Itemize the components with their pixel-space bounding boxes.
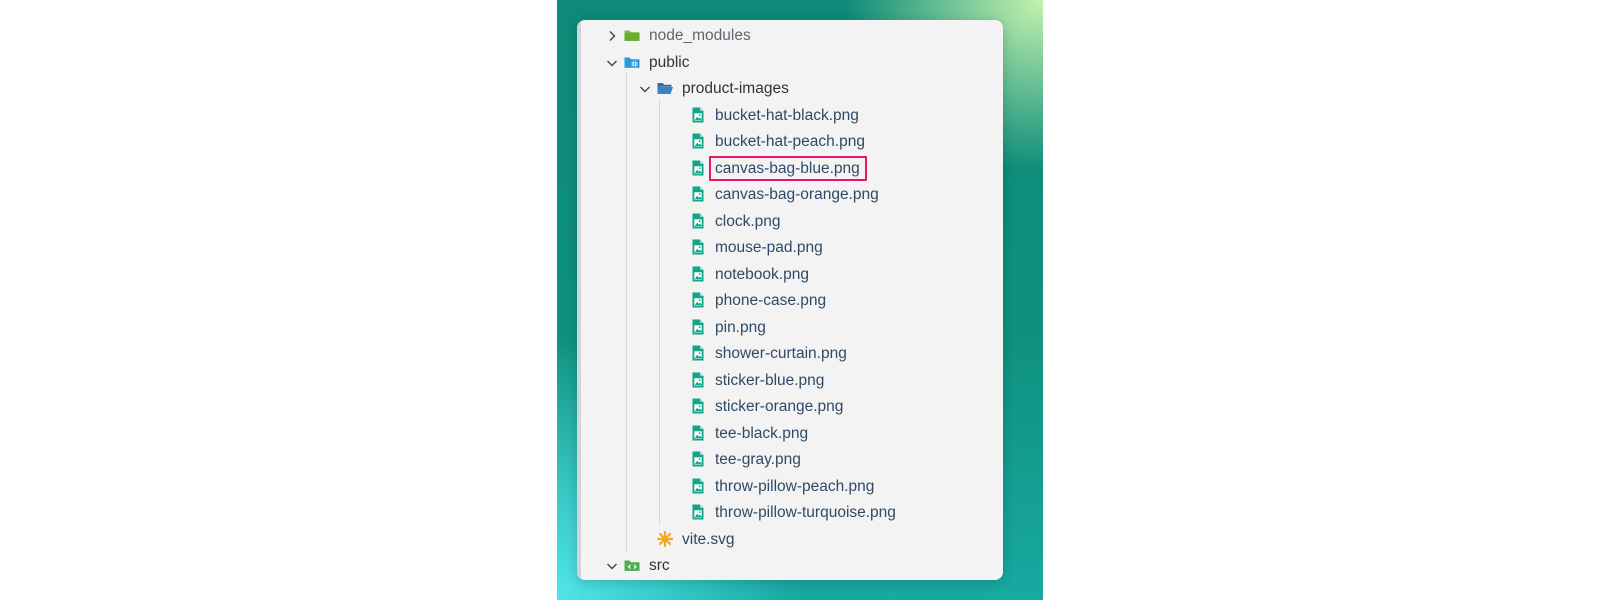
tree-item-label: mouse-pad.png bbox=[715, 239, 823, 256]
tree-item-label: src bbox=[649, 557, 670, 574]
folder-row-node-modules[interactable]: node_modules bbox=[577, 22, 1003, 49]
file-row-shower-curtain-png[interactable]: shower-curtain.png bbox=[577, 340, 1003, 367]
file-row-throw-pillow-peach-png[interactable]: throw-pillow-peach.png bbox=[577, 473, 1003, 500]
tree-item-label: pin.png bbox=[715, 318, 766, 336]
chevron-down-icon[interactable] bbox=[605, 559, 619, 573]
file-row-tee-black-png[interactable]: tee-black.png bbox=[577, 420, 1003, 447]
file-row-tee-gray-png[interactable]: tee-gray.png bbox=[577, 446, 1003, 473]
image-file-icon bbox=[689, 397, 707, 415]
file-row-sticker-blue-png[interactable]: sticker-blue.png bbox=[577, 367, 1003, 394]
tree-item-label: canvas-bag-orange.png bbox=[715, 186, 879, 203]
chevron-down-icon[interactable] bbox=[638, 82, 652, 96]
highlight-box bbox=[709, 155, 867, 181]
file-row-canvas-bag-orange-png[interactable]: canvas-bag-orange.png bbox=[577, 181, 1003, 208]
green-folder-icon bbox=[623, 26, 641, 44]
image-file-icon bbox=[689, 212, 707, 230]
image-file-icon bbox=[689, 371, 707, 389]
vite-logo-icon bbox=[656, 530, 674, 548]
tree-item-label: product-images bbox=[682, 80, 789, 97]
file-explorer-panel: node_modulespublic product-images bucket-h… bbox=[577, 20, 1003, 580]
src-folder-icon bbox=[623, 556, 641, 574]
file-row-bucket-hat-black-png[interactable]: bucket-hat-black.png bbox=[577, 102, 1003, 129]
image-file-icon bbox=[689, 424, 707, 442]
tree-item-label: tee-gray.png bbox=[715, 451, 801, 468]
tree-item-label: notebook.png bbox=[715, 265, 809, 283]
chevron-right-icon[interactable] bbox=[605, 29, 619, 43]
file-row-phone-case-png[interactable]: phone-case.png bbox=[577, 287, 1003, 314]
public-folder-icon bbox=[623, 53, 641, 71]
file-row-vite-svg[interactable]: vite.svg bbox=[577, 526, 1003, 553]
tree-item-label: vite.svg bbox=[682, 530, 735, 548]
tree-item-label: sticker-orange.png bbox=[715, 398, 844, 415]
tree-item-label: tee-black.png bbox=[715, 424, 809, 442]
tree-item-label: node_modules bbox=[649, 27, 751, 44]
image-file-icon bbox=[689, 477, 707, 495]
image-file-icon bbox=[689, 291, 707, 309]
tree-item-label: bucket-hat-black.png bbox=[715, 106, 859, 124]
image-file-icon bbox=[689, 185, 707, 203]
tree-item-label: throw-pillow-turquoise.png bbox=[715, 504, 896, 521]
image-file-icon bbox=[689, 344, 707, 362]
open-folder-icon bbox=[656, 79, 674, 97]
tree-item-label: sticker-blue.png bbox=[715, 371, 825, 389]
file-row-mouse-pad-png[interactable]: mouse-pad.png bbox=[577, 234, 1003, 261]
folder-row-product-images[interactable]: product-images bbox=[577, 75, 1003, 102]
tree-item-label: public bbox=[649, 53, 690, 71]
image-file-icon bbox=[689, 318, 707, 336]
tree-item-label: bucket-hat-peach.png bbox=[715, 133, 865, 150]
image-file-icon bbox=[689, 265, 707, 283]
file-row-throw-pillow-turquoise-png[interactable]: throw-pillow-turquoise.png bbox=[577, 499, 1003, 526]
tree-item-label: phone-case.png bbox=[715, 292, 827, 309]
image-file-icon bbox=[689, 159, 707, 177]
file-row-bucket-hat-peach-png[interactable]: bucket-hat-peach.png bbox=[577, 128, 1003, 155]
file-row-clock-png[interactable]: clock.png bbox=[577, 208, 1003, 235]
tree-item-label: clock.png bbox=[715, 212, 781, 230]
chevron-down-icon[interactable] bbox=[605, 56, 619, 70]
image-file-icon bbox=[689, 503, 707, 521]
file-row-notebook-png[interactable]: notebook.png bbox=[577, 261, 1003, 288]
tree-item-label: throw-pillow-peach.png bbox=[715, 477, 875, 495]
image-file-icon bbox=[689, 132, 707, 150]
file-row-sticker-orange-png[interactable]: sticker-orange.png bbox=[577, 393, 1003, 420]
folder-row-public[interactable]: public bbox=[577, 49, 1003, 76]
image-file-icon bbox=[689, 238, 707, 256]
desktop-background: node_modulespublic product-images bucket-h… bbox=[557, 0, 1043, 600]
image-file-icon bbox=[689, 450, 707, 468]
folder-row-src[interactable]: src bbox=[577, 552, 1003, 579]
tree-item-label: shower-curtain.png bbox=[715, 345, 847, 362]
file-row-pin-png[interactable]: pin.png bbox=[577, 314, 1003, 341]
image-file-icon bbox=[689, 106, 707, 124]
